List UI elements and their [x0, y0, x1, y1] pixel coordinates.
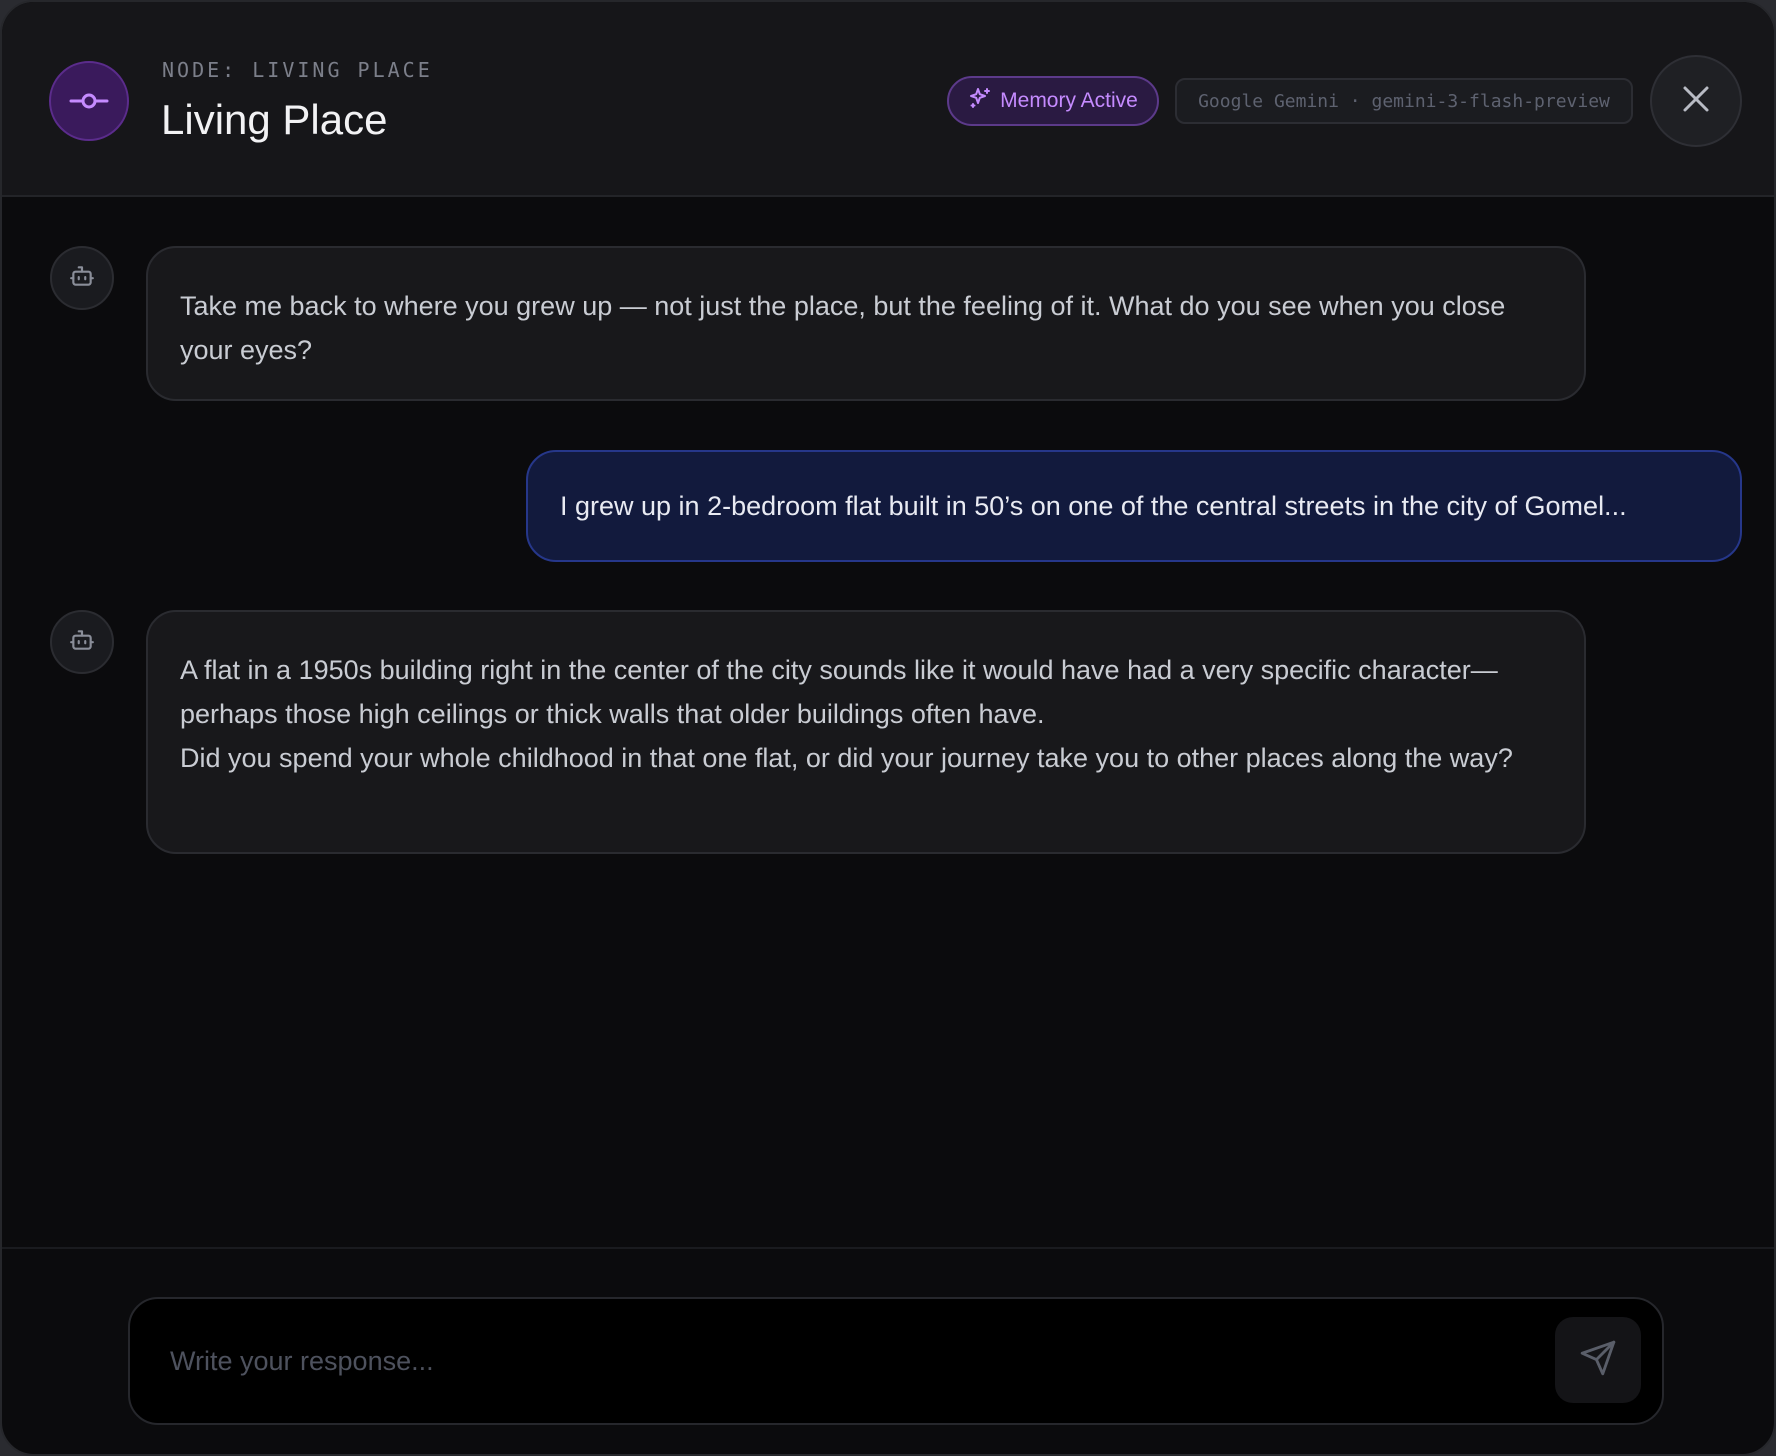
bot-icon [69, 263, 95, 294]
assistant-avatar [50, 610, 114, 674]
message-paragraph: Did you spend your whole childhood in th… [180, 743, 1513, 773]
message-text: I grew up in 2-bedroom flat built in 50’… [560, 490, 1627, 521]
composer [128, 1297, 1664, 1425]
bot-icon [69, 627, 95, 658]
sparkles-icon [968, 86, 992, 116]
node-kicker: NODE: LIVING PLACE [162, 58, 433, 82]
send-button[interactable] [1555, 1317, 1641, 1403]
response-input[interactable] [170, 1329, 1510, 1393]
assistant-avatar [50, 246, 114, 310]
assistant-message: Take me back to where you grew up — not … [146, 246, 1586, 401]
chat-header: NODE: LIVING PLACE Living Place Memory A… [2, 2, 1774, 197]
memory-status-badge: Memory Active [947, 76, 1159, 126]
chat-window: NODE: LIVING PLACE Living Place Memory A… [0, 0, 1776, 1456]
close-button[interactable] [1650, 55, 1742, 147]
send-icon [1579, 1339, 1617, 1382]
page-title: Living Place [161, 96, 388, 143]
user-message: I grew up in 2-bedroom flat built in 50’… [526, 450, 1742, 562]
node-commit-icon [49, 61, 129, 141]
assistant-message: A flat in a 1950s building right in the … [146, 610, 1586, 854]
message-text: Take me back to where you grew up — not … [180, 291, 1506, 365]
model-badge: Google Gemini · gemini-3-flash-preview [1175, 78, 1633, 124]
close-icon [1681, 84, 1711, 119]
memory-badge-label: Memory Active [1000, 89, 1138, 112]
message-paragraph: A flat in a 1950s building right in the … [180, 655, 1498, 729]
